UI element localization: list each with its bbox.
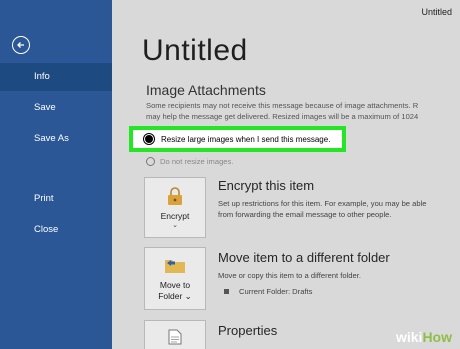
resize-images-option[interactable]: Resize large images when I send this mes… bbox=[129, 126, 346, 152]
sidebar-item-close[interactable]: Close bbox=[0, 216, 112, 244]
sidebar-item-save-as[interactable]: Save As bbox=[0, 125, 112, 153]
sidebar-item-info[interactable]: Info bbox=[0, 63, 112, 91]
wikihow-watermark: wikiHow bbox=[395, 329, 452, 345]
image-attachments-desc-line1: Some recipients may not receive this mes… bbox=[146, 101, 419, 110]
radio-unselected-icon[interactable] bbox=[146, 157, 155, 166]
chevron-down-icon: ⌄ bbox=[172, 222, 178, 229]
sidebar-item-save[interactable]: Save bbox=[0, 94, 112, 122]
image-attachments-heading: Image Attachments bbox=[146, 82, 266, 98]
folder-label: Folder ⌄ bbox=[158, 291, 192, 301]
properties-title: Properties bbox=[218, 323, 278, 338]
lock-icon bbox=[168, 187, 182, 205]
encrypt-title: Encrypt this item bbox=[218, 178, 315, 193]
encrypt-label: Encrypt bbox=[160, 211, 190, 221]
back-arrow-icon[interactable] bbox=[12, 36, 30, 54]
current-folder-row: Current Folder: Drafts bbox=[224, 287, 312, 296]
window-title: Untitled bbox=[421, 7, 452, 17]
no-resize-label: Do not resize images. bbox=[160, 157, 234, 166]
sidebar: Info Save Save As Print Close bbox=[0, 0, 112, 349]
sidebar-item-print[interactable]: Print bbox=[0, 185, 112, 213]
folder-arrow-icon bbox=[165, 260, 185, 273]
bullet-icon bbox=[224, 289, 229, 294]
document-icon bbox=[168, 329, 182, 345]
move-to-label: Move to bbox=[159, 280, 191, 290]
main-panel: Untitled Untitled Image Attachments Some… bbox=[112, 0, 460, 349]
encrypt-desc-line2: from forwarding the email message to oth… bbox=[218, 210, 392, 219]
current-folder-text: Current Folder: Drafts bbox=[239, 287, 313, 296]
encrypt-button[interactable]: Encrypt ⌄ bbox=[144, 177, 206, 238]
properties-button[interactable] bbox=[144, 320, 206, 349]
radio-selected-icon[interactable] bbox=[145, 135, 153, 143]
encrypt-desc-line1: Set up restrictions for this item. For e… bbox=[218, 199, 427, 208]
page-title: Untitled bbox=[142, 34, 248, 67]
move-desc: Move or copy this item to a different fo… bbox=[218, 271, 361, 280]
resize-images-label: Resize large images when I send this mes… bbox=[161, 134, 331, 144]
move-to-folder-button[interactable]: Move to Folder ⌄ bbox=[144, 247, 206, 310]
image-attachments-desc-line2: may help the message get delivered. Resi… bbox=[146, 112, 419, 121]
no-resize-option[interactable]: Do not resize images. bbox=[146, 157, 233, 166]
move-title: Move item to a different folder bbox=[218, 250, 390, 265]
